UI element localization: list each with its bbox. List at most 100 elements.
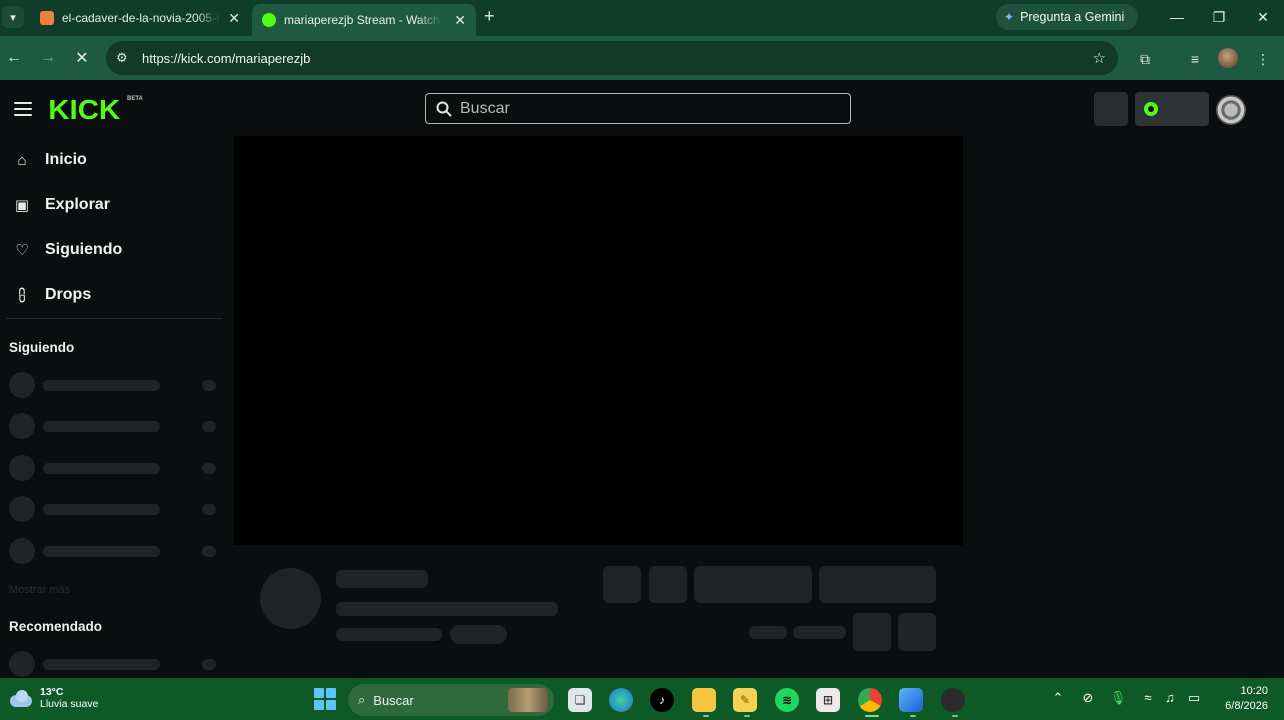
skeleton-bar [336,628,442,641]
running-indicator [703,715,709,717]
sidebar-item-drops[interactable]: ⩉ Drops [12,283,92,307]
temperature: 13°C [40,686,64,698]
media-controls-icon[interactable]: ≡ [1184,48,1206,70]
channel-skeleton-row [9,496,221,522]
close-tab-icon[interactable]: ✕ [448,12,466,29]
channel-skeleton-row [9,538,221,564]
battery-icon[interactable]: ▭ [1184,690,1204,706]
more-menu-icon[interactable]: ⋮ [1252,48,1274,70]
tray-overflow-icon[interactable]: ⌃ [1048,690,1068,706]
profile-avatar[interactable] [1218,48,1238,68]
microphone-icon[interactable]: 🎙 [1108,690,1128,706]
restore-button[interactable]: ❐ [1204,6,1234,28]
skeleton-button [603,566,641,603]
search-highlight-image [508,688,548,712]
search-icon [436,101,452,116]
search-icon: ⌕ [358,692,366,707]
back-button[interactable]: ← [4,48,24,68]
tab-kick[interactable]: mariaperezjb Stream - Watch Li ✕ [252,4,476,36]
sidebar-item-label: Siguiendo [45,241,123,258]
gemini-button[interactable]: ✦ Pregunta a Gemini [996,4,1138,30]
skeleton-bar [336,602,558,616]
sidebar-item-inicio[interactable]: ⌂ Inicio [12,148,87,172]
header-skeleton-button[interactable] [1094,92,1128,126]
skeleton-button [819,566,936,603]
skeleton-pill [450,625,507,644]
photos-icon[interactable] [899,688,923,712]
menu-icon[interactable] [14,102,32,116]
sidebar-item-label: Explorar [45,196,110,213]
show-more-link[interactable]: Mostrar más [9,584,70,596]
store-icon[interactable]: ⊞ [816,688,840,712]
tab-title: mariaperezjb Stream - Watch Li [284,13,442,27]
volume-icon[interactable]: ♫ [1160,690,1180,705]
forward-button[interactable]: → [38,48,58,68]
heart-icon: ♡ [15,242,29,259]
skeleton-button [649,566,687,603]
running-indicator [744,715,750,717]
task-view-icon[interactable]: ❏ [568,688,592,712]
chrome-icon[interactable] [858,688,882,712]
active-indicator [865,715,879,717]
file-explorer-icon[interactable] [692,688,716,712]
channel-skeleton-row [9,372,221,398]
tab-favicon-icon [40,11,54,25]
obs-icon[interactable] [941,688,965,712]
edge-icon[interactable] [609,688,633,712]
url-text: https://kick.com/mariaperezjb [142,50,311,66]
user-avatar[interactable] [1216,95,1246,125]
extensions-icon[interactable]: ⧉ [1134,48,1156,70]
video-player[interactable] [234,136,963,545]
spotify-icon[interactable]: ≋ [775,688,799,712]
skeleton-bar [336,570,428,588]
new-tab-button[interactable]: + [484,6,495,27]
sidebar-divider [6,318,222,319]
clock[interactable]: 10:20 6/8/2026 [1218,684,1268,714]
skeleton-bar [793,626,846,639]
search-box[interactable] [425,93,851,124]
tab-search-button[interactable]: ▾ [2,6,24,28]
wifi-icon[interactable]: ≈ [1138,690,1158,705]
running-indicator [952,715,958,717]
channel-skeleton-row [9,455,221,481]
running-indicator [910,715,916,717]
address-bar[interactable]: ⚙ https://kick.com/mariaperezjb ☆ [106,41,1118,75]
stop-loading-button[interactable]: ✕ [72,48,92,68]
tab-strip: ▾ el-cadaver-de-la-novia-2005-La ✕ maria… [0,0,1284,36]
close-tab-icon[interactable]: ✕ [222,10,240,27]
sidebar-item-label: Inicio [45,151,87,168]
gemini-sparkle-icon: ✦ [1004,10,1015,24]
drops-icon: ⩉ [18,286,26,304]
tiktok-icon[interactable]: ♪ [650,688,674,712]
beta-badge: BETA [127,96,143,102]
windows-start-icon[interactable] [314,688,336,710]
sticky-notes-icon[interactable]: ✎ [733,688,757,712]
sidebar-item-siguiendo[interactable]: ♡ Siguiendo [12,238,122,262]
minimize-button[interactable]: — [1162,6,1192,28]
taskbar-search[interactable]: ⌕ Buscar [348,684,554,716]
explore-icon: ▣ [14,197,30,214]
site-info-icon[interactable]: ⚙ [116,50,138,66]
skeleton-button [694,566,812,603]
kick-logo[interactable]: KICK [48,94,120,126]
streamer-avatar-skeleton [260,568,321,629]
search-input[interactable] [460,99,840,118]
weather-widget[interactable]: 13°C Lluvia suave [8,686,98,710]
close-window-button[interactable]: ✕ [1248,6,1278,28]
taskbar-search-label: Buscar [373,692,414,708]
skeleton-bar [749,626,787,639]
tab-title: el-cadaver-de-la-novia-2005-La [62,11,220,25]
kick-favicon-icon [262,13,276,27]
browser-toolbar: ← → ✕ ⚙ https://kick.com/mariaperezjb ☆ … [0,36,1284,80]
sidebar-item-explorar[interactable]: ▣ Explorar [12,193,110,217]
kick-points-button[interactable] [1135,92,1209,126]
date: 6/8/2026 [1225,700,1268,712]
bookmark-star-icon[interactable]: ☆ [1093,49,1106,67]
rain-cloud-icon [8,689,34,707]
skeleton-button [853,613,891,651]
skeleton-button [898,613,936,651]
channel-skeleton-row [9,651,221,677]
tab-cadaver[interactable]: el-cadaver-de-la-novia-2005-La ✕ [30,4,250,32]
weather-condition: Lluvia suave [40,698,99,710]
network-off-icon[interactable]: ⊘ [1078,690,1098,706]
